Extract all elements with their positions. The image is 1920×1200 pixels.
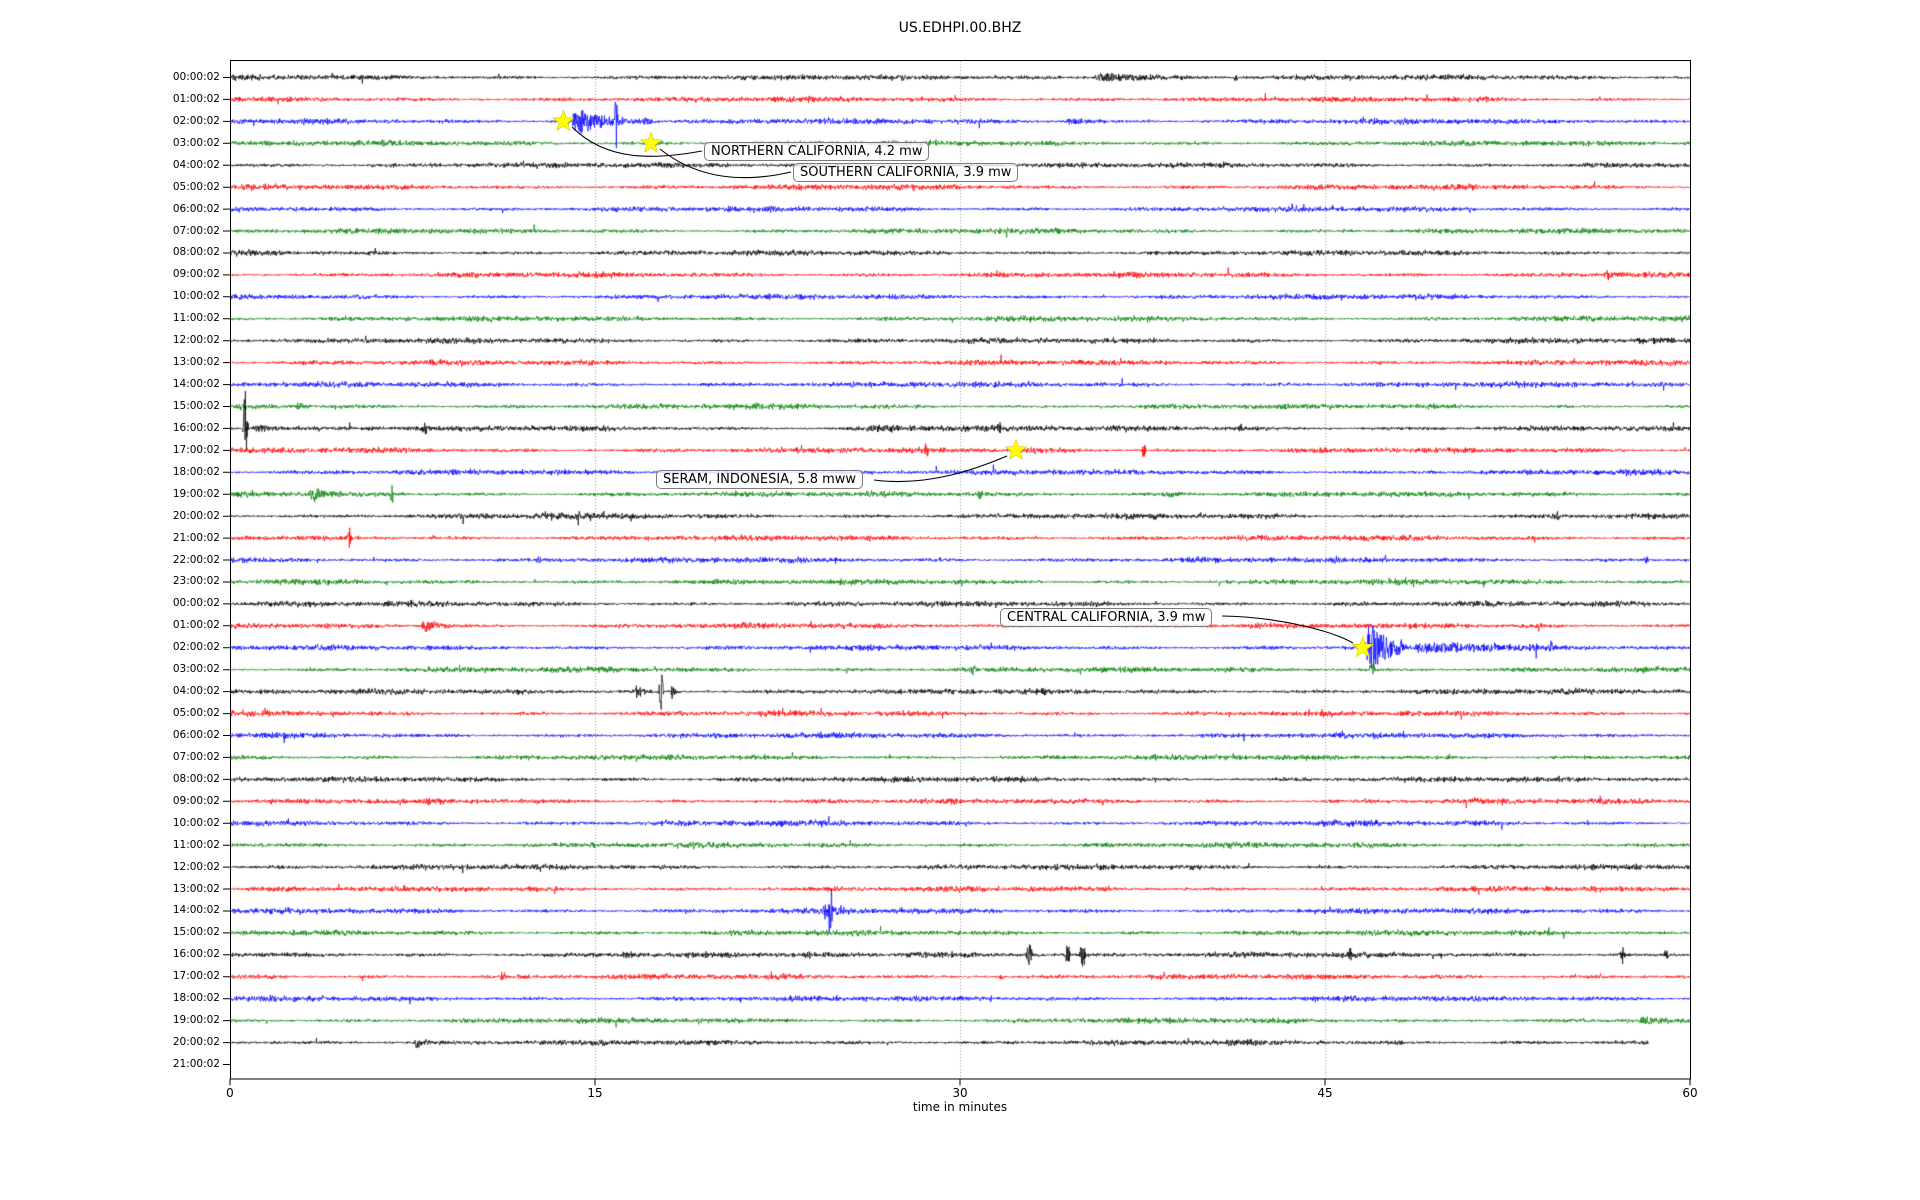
y-tick-label: 01:00:02 [130,619,220,632]
y-tick-label: 10:00:02 [130,817,220,830]
y-tick-label: 06:00:02 [130,203,220,216]
y-tick-label: 18:00:02 [130,466,220,479]
y-tick-label: 02:00:02 [130,641,220,654]
y-tick-label: 08:00:02 [130,246,220,259]
y-tick-label: 15:00:02 [130,926,220,939]
y-tick-label: 16:00:02 [130,422,220,435]
y-tick-label: 01:00:02 [130,93,220,106]
y-tick-label: 16:00:02 [130,948,220,961]
x-tick-label: 45 [1301,1086,1349,1100]
chart-title: US.EDHPI.00.BHZ [230,20,1690,36]
y-tick-label: 21:00:02 [130,1058,220,1071]
y-tick-label: 23:00:02 [130,575,220,588]
y-tick-label: 04:00:02 [130,159,220,172]
y-tick-label: 14:00:02 [130,378,220,391]
y-tick-label: 03:00:02 [130,663,220,676]
y-tick-label: 12:00:02 [130,861,220,874]
y-tick-label: 13:00:02 [130,356,220,369]
y-tick-label: 14:00:02 [130,904,220,917]
x-axis-title: time in minutes [230,1100,1690,1114]
x-tick-label: 0 [206,1086,254,1100]
event-annotation: CENTRAL CALIFORNIA, 3.9 mw [1000,608,1212,627]
y-tick-label: 19:00:02 [130,1014,220,1027]
y-tick-label: 08:00:02 [130,773,220,786]
x-tick-label: 60 [1666,1086,1714,1100]
y-tick-label: 21:00:02 [130,532,220,545]
y-tick-label: 00:00:02 [130,597,220,610]
seismogram-traces-canvas [230,61,1690,1079]
event-annotation: NORTHERN CALIFORNIA, 4.2 mw [704,142,929,161]
y-tick-label: 11:00:02 [130,839,220,852]
y-tick-label: 20:00:02 [130,510,220,523]
y-tick-label: 18:00:02 [130,992,220,1005]
y-tick-label: 13:00:02 [130,883,220,896]
y-tick-label: 00:00:02 [130,71,220,84]
y-tick-label: 06:00:02 [130,729,220,742]
x-tick-label: 30 [936,1086,984,1100]
event-annotation: SOUTHERN CALIFORNIA, 3.9 mw [793,163,1018,182]
y-tick-label: 15:00:02 [130,400,220,413]
seismogram-figure: US.EDHPI.00.BHZ time in minutes 00:00:02… [0,0,1920,1200]
y-tick-label: 17:00:02 [130,970,220,983]
y-tick-label: 10:00:02 [130,290,220,303]
y-tick-label: 20:00:02 [130,1036,220,1049]
event-annotation: SERAM, INDONESIA, 5.8 mww [656,470,863,489]
y-tick-label: 07:00:02 [130,225,220,238]
y-tick-label: 11:00:02 [130,312,220,325]
x-tick-label: 15 [571,1086,619,1100]
y-tick-label: 09:00:02 [130,795,220,808]
y-tick-label: 22:00:02 [130,554,220,567]
y-tick-label: 03:00:02 [130,137,220,150]
y-tick-label: 09:00:02 [130,268,220,281]
y-tick-label: 04:00:02 [130,685,220,698]
y-tick-label: 05:00:02 [130,707,220,720]
y-tick-label: 19:00:02 [130,488,220,501]
y-tick-label: 05:00:02 [130,181,220,194]
y-tick-label: 07:00:02 [130,751,220,764]
y-tick-label: 17:00:02 [130,444,220,457]
y-tick-label: 12:00:02 [130,334,220,347]
y-tick-label: 02:00:02 [130,115,220,128]
